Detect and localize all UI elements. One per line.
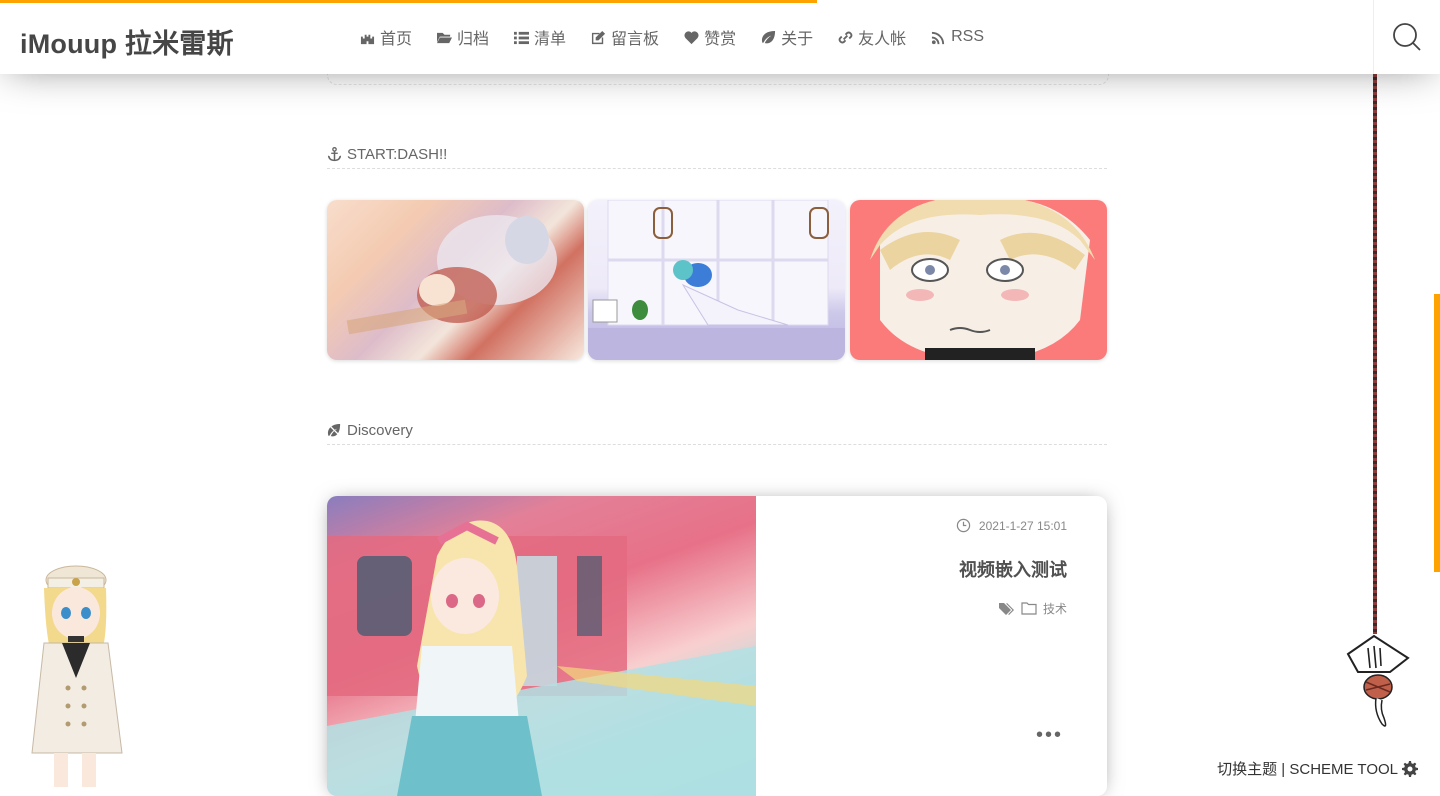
scheme-tool-label: 切换主题 | SCHEME TOOL — [1217, 761, 1398, 778]
nav-item-label: RSS — [951, 28, 985, 45]
scheme-tool-button[interactable]: 切换主题 | SCHEME TOOL — [1217, 758, 1418, 779]
feature-card-1[interactable] — [327, 200, 584, 360]
site-header: iMouup 拉米雷斯 首页 归档 清单 留言板 赞赏 关于 友人帐 RSS — [0, 0, 1440, 74]
nav-item-home[interactable]: 首页 — [360, 26, 412, 48]
nav-item-label: 清单 — [534, 31, 567, 48]
post-category[interactable]: 技术 — [1043, 600, 1067, 617]
leaf-icon — [762, 30, 776, 43]
back-to-top-cat[interactable] — [1338, 632, 1410, 732]
discovery-section-label: Discovery — [347, 421, 413, 439]
feature-card-3[interactable] — [850, 200, 1107, 360]
site-title[interactable]: iMouup 拉米雷斯 — [20, 22, 234, 61]
feature-card-2[interactable] — [588, 200, 845, 360]
nav-item-donate[interactable]: 赞赏 — [684, 26, 736, 48]
scrollbar-thumb[interactable] — [1434, 294, 1440, 572]
feature-image-1 — [327, 200, 584, 360]
folder-icon — [1021, 602, 1037, 615]
folder-open-icon — [437, 32, 453, 43]
castle-icon — [360, 34, 375, 44]
post-meta: 技术 — [998, 600, 1067, 617]
scroll-rope — [1373, 74, 1377, 634]
nav-item-about[interactable]: 关于 — [761, 26, 813, 48]
heart-icon — [684, 30, 699, 44]
feature-image-2 — [588, 200, 845, 360]
nav-item-guestbook[interactable]: 留言板 — [591, 26, 659, 48]
feature-section-title: START:DASH!! — [327, 140, 1107, 169]
main-nav: 首页 归档 清单 留言板 赞赏 关于 友人帐 RSS — [360, 26, 1009, 48]
post-card: 2021-1-27 15:01 视频嵌入测试 技术 ••• — [327, 496, 1107, 796]
post-thumbnail[interactable] — [327, 496, 756, 796]
search-button[interactable] — [1373, 0, 1440, 74]
search-icon — [1393, 23, 1421, 51]
nav-item-label: 赞赏 — [704, 31, 737, 48]
reading-progress-bar — [0, 0, 817, 3]
discovery-section-title: Discovery — [327, 416, 1107, 445]
hanging-cat-icon — [1346, 634, 1410, 727]
nav-item-label: 关于 — [781, 31, 814, 48]
nav-item-archive[interactable]: 归档 — [437, 26, 489, 48]
nav-item-friends[interactable]: 友人帐 — [838, 26, 906, 48]
tags-icon — [998, 602, 1014, 615]
anchor-icon — [327, 146, 342, 161]
post-thumbnail-image — [327, 496, 756, 796]
feature-image-3 — [870, 200, 1095, 360]
leaf-slash-icon — [327, 422, 342, 438]
list-icon — [514, 31, 530, 44]
post-more-button[interactable]: ••• — [1036, 724, 1063, 747]
post-title[interactable]: 视频嵌入测试 — [959, 556, 1067, 582]
rss-icon — [932, 31, 945, 44]
nav-item-rss[interactable]: RSS — [931, 26, 984, 48]
mascot-image — [31, 565, 123, 787]
nav-item-label: 留言板 — [611, 31, 660, 48]
mascot-widget[interactable] — [14, 558, 134, 787]
post-date: 2021-1-27 15:01 — [956, 518, 1067, 533]
nav-item-label: 归档 — [457, 31, 490, 48]
link-icon — [838, 31, 853, 43]
nav-item-label: 友人帐 — [858, 31, 907, 48]
nav-item-list[interactable]: 清单 — [514, 26, 566, 48]
clock-icon — [956, 518, 971, 533]
gear-icon — [1402, 760, 1418, 777]
nav-item-label: 首页 — [380, 31, 413, 48]
post-date-text: 2021-1-27 15:01 — [978, 518, 1067, 533]
edit-icon — [591, 30, 606, 44]
feature-section-label: START:DASH!! — [347, 145, 448, 163]
